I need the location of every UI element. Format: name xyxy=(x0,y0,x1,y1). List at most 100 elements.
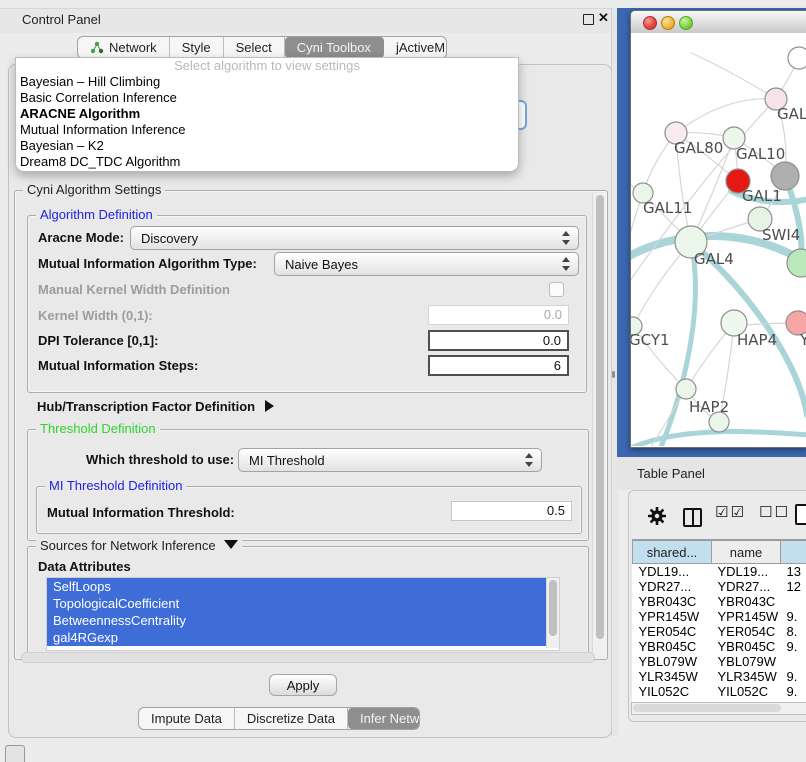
unchecked-boxes-icon[interactable]: ☐☐ xyxy=(759,503,790,521)
network-node-label: GAL1 xyxy=(742,187,782,205)
checked-boxes-icon[interactable]: ☑☑ xyxy=(715,503,746,521)
data-attribute-item[interactable]: BetweennessCentrality xyxy=(47,612,547,629)
table-cell: YLR345W xyxy=(633,669,712,684)
cyni-algorithm-settings-group: Cyni Algorithm Settings Algorithm Defini… xyxy=(14,190,608,660)
settings-vertical-scrollbar[interactable] xyxy=(592,193,606,657)
network-node[interactable] xyxy=(676,379,696,399)
table-row[interactable]: YDL19...YDL19...13 xyxy=(633,564,806,580)
mi-type-label: Mutual Information Algorithm Type: xyxy=(38,256,257,271)
tab-impute-data[interactable]: Impute Data xyxy=(139,708,235,729)
algorithm-dropdown-list: Select algorithm to view settings Bayesi… xyxy=(15,57,519,172)
network-window-titlebar[interactable] xyxy=(631,11,806,34)
data-attribute-item[interactable]: TopologicalCoefficient xyxy=(47,595,547,612)
close-window-icon[interactable]: ✕ xyxy=(598,10,609,26)
table-scrollbar-thumb[interactable] xyxy=(633,704,781,712)
dropdown-item[interactable]: ARACNE Algorithm xyxy=(16,106,518,122)
table-cell: 9. xyxy=(781,609,806,624)
network-node[interactable] xyxy=(771,162,799,190)
bottom-left-button[interactable] xyxy=(5,745,25,762)
tab-discretize-data[interactable]: Discretize Data xyxy=(235,708,348,729)
zoom-traffic-light-icon[interactable] xyxy=(679,16,693,30)
node-table[interactable]: shared... name YDL19...YDL19...13YDR27..… xyxy=(632,539,806,704)
dropdown-item[interactable]: Mutual Information Inference xyxy=(16,122,518,138)
aracne-mode-combobox[interactable]: Discovery xyxy=(130,226,579,250)
kernel-width-label: Kernel Width (0,1): xyxy=(38,308,153,323)
float-window-icon[interactable] xyxy=(583,14,594,25)
which-threshold-label: Which threshold to use: xyxy=(86,452,234,467)
data-attribute-item[interactable]: gal4RGexp xyxy=(47,629,547,646)
table-row[interactable]: YER054CYER054C8. xyxy=(633,624,806,639)
aracne-mode-label: Aracne Mode: xyxy=(38,230,124,245)
tab-style[interactable]: Style xyxy=(170,37,224,58)
dpi-tolerance-field[interactable]: 0.0 xyxy=(428,330,569,351)
table-cell xyxy=(781,654,806,669)
minimize-traffic-light-icon[interactable] xyxy=(661,16,675,30)
table-cell: YDL19... xyxy=(633,564,712,580)
settings-horizontal-scrollbar[interactable] xyxy=(21,652,595,663)
tab-jactivemnodules[interactable]: jActiveMNodules xyxy=(384,37,447,58)
sources-group-title[interactable]: Sources for Network Inference xyxy=(36,539,242,553)
tab-infer-network[interactable]: Infer Network xyxy=(348,708,420,729)
network-node[interactable] xyxy=(709,412,729,432)
which-threshold-combobox[interactable]: MI Threshold xyxy=(238,448,542,472)
mi-threshold-field[interactable]: 0.5 xyxy=(451,501,572,521)
column-header-cut[interactable] xyxy=(781,541,806,564)
gear-icon[interactable] xyxy=(647,506,667,526)
tab-network[interactable]: Network xyxy=(78,37,170,58)
threshold-definition-group: Threshold Definition Which threshold to … xyxy=(27,429,589,541)
table-row[interactable]: YDR27...YDR27...12 xyxy=(633,579,806,594)
table-cell: 9. xyxy=(781,669,806,684)
table-row[interactable]: YLR345WYLR345W9. xyxy=(633,669,806,684)
mi-type-combobox[interactable]: Naive Bayes xyxy=(274,252,579,276)
table-row[interactable]: YBR043CYBR043C xyxy=(633,594,806,609)
data-attribute-item[interactable]: SelfLoops xyxy=(47,578,547,595)
table-cell: YPR145W xyxy=(633,609,712,624)
algorithm-definition-group: Algorithm Definition Aracne Mode: Discov… xyxy=(27,215,587,393)
attributes-list-scrollbar[interactable] xyxy=(546,578,559,648)
column-header-shared-name[interactable]: shared... xyxy=(633,541,712,564)
network-node-label: GAL4 xyxy=(694,250,734,268)
tab-network-label: Network xyxy=(109,40,157,55)
hub-definition-toggle[interactable]: Hub/Transcription Factor Definition xyxy=(37,399,274,414)
mi-threshold-group: MI Threshold Definition Mutual Informati… xyxy=(36,486,582,534)
data-attributes-list[interactable]: SelfLoopsTopologicalCoefficientBetweenne… xyxy=(46,577,560,651)
apply-button[interactable]: Apply xyxy=(269,674,337,696)
table-row[interactable]: YBR045CYBR045C9. xyxy=(633,639,806,654)
manual-kernel-label: Manual Kernel Width Definition xyxy=(38,282,230,297)
table-cell: YBL079W xyxy=(712,654,781,669)
settings-group-title: Cyni Algorithm Settings xyxy=(23,183,165,197)
table-cell: 13 xyxy=(781,564,806,580)
manual-kernel-checkbox[interactable] xyxy=(549,282,564,297)
close-traffic-light-icon[interactable] xyxy=(643,16,657,30)
table-row[interactable]: YIL052CYIL052C9. xyxy=(633,684,806,699)
stepper-icon xyxy=(562,257,571,271)
mi-steps-field[interactable]: 6 xyxy=(428,355,569,376)
table-row[interactable]: YPR145WYPR145W9. xyxy=(633,609,806,624)
stepper-icon xyxy=(562,231,571,245)
column-layout-icon[interactable] xyxy=(683,508,702,527)
table-row[interactable]: YBL079WYBL079W xyxy=(633,654,806,669)
table-cell: YBR045C xyxy=(712,639,781,654)
table-cell xyxy=(781,594,806,609)
dropdown-item[interactable]: Dream8 DC_TDC Algorithm xyxy=(16,154,518,170)
table-cell: YBL079W xyxy=(633,654,712,669)
network-node[interactable] xyxy=(788,47,806,69)
table-header-row: shared... name xyxy=(633,541,806,564)
column-header-name[interactable]: name xyxy=(712,541,781,564)
dropdown-item[interactable]: Bayesian – Hill Climbing xyxy=(16,74,518,90)
document-icon[interactable] xyxy=(795,504,806,525)
data-attributes-label: Data Attributes xyxy=(38,559,131,574)
tab-cyni-toolbox[interactable]: Cyni Toolbox xyxy=(285,37,384,58)
network-canvas[interactable]: GALGAL80GAL10GAL1GAL11SWI4GAL4GCY1HAP4YH… xyxy=(631,33,806,446)
table-panel-title: Table Panel xyxy=(637,466,705,481)
dropdown-item[interactable]: Basic Correlation Inference xyxy=(16,90,518,106)
kernel-width-field[interactable]: 0.0 xyxy=(428,305,569,325)
table-cell: YDR27... xyxy=(712,579,781,594)
settings-scrollbar-thumb[interactable] xyxy=(596,195,604,639)
network-icon xyxy=(90,41,104,54)
tab-select[interactable]: Select xyxy=(224,37,285,58)
dropdown-item[interactable]: Bayesian – K2 xyxy=(16,138,518,154)
table-horizontal-scrollbar[interactable] xyxy=(631,702,806,715)
mi-steps-label: Mutual Information Steps: xyxy=(38,358,198,373)
network-node-label: GAL xyxy=(777,105,806,123)
